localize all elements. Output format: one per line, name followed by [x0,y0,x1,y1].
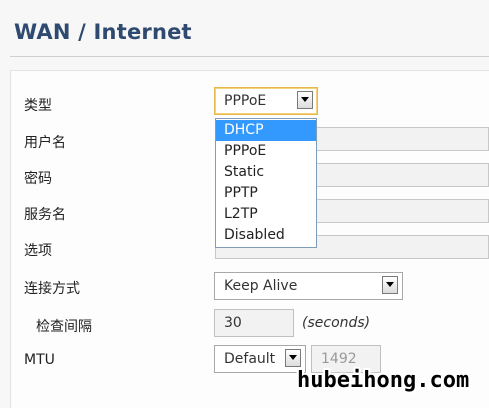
mtu-mode-select[interactable]: Default [214,345,306,373]
options-label: 选项 [24,243,52,259]
dropdown-option-l2tp[interactable]: L2TP [216,204,316,225]
username-label: 用户名 [24,135,66,151]
title-divider [10,56,489,57]
dropdown-option-dhcp[interactable]: DHCP [216,120,316,141]
type-select[interactable]: PPPoE [214,87,318,115]
connection-mode-label: 连接方式 [24,281,80,297]
dropdown-option-disabled[interactable]: Disabled [216,225,316,246]
connection-mode-select[interactable]: Keep Alive [214,272,403,300]
type-select-value: PPPoE [224,93,267,109]
watermark-text: hubeihong.com [297,368,470,393]
dropdown-option-pptp[interactable]: PPTP [216,183,316,204]
mtu-mode-value: Default [224,351,276,367]
chevron-down-icon[interactable] [297,91,313,109]
type-label: 类型 [24,98,52,114]
check-interval-label: 检查间隔 [36,319,92,335]
password-label: 密码 [24,171,52,187]
check-interval-unit: (seconds) [302,315,371,331]
chevron-down-icon[interactable] [382,276,398,294]
page-title: WAN / Internet [14,20,192,44]
chevron-down-icon[interactable] [285,349,301,367]
service-name-label: 服务名 [24,207,66,223]
check-interval-input[interactable]: 30 [214,309,294,337]
dropdown-option-static[interactable]: Static [216,162,316,183]
type-dropdown-list: DHCP PPPoE Static PPTP L2TP Disabled [215,118,317,248]
mtu-label: MTU [24,352,55,368]
dropdown-option-pppoe[interactable]: PPPoE [216,141,316,162]
connection-mode-value: Keep Alive [224,278,298,294]
